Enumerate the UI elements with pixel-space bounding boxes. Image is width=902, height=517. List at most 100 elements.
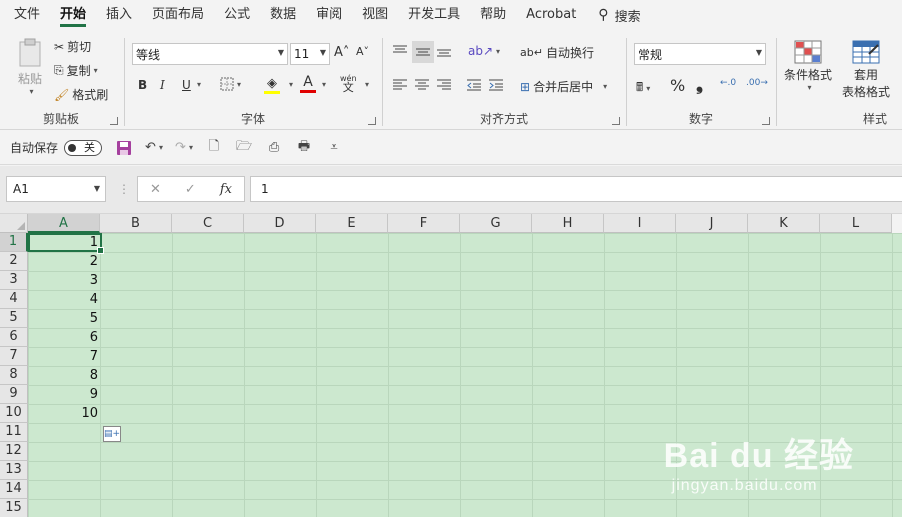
- column-header-k[interactable]: K: [748, 214, 820, 233]
- align-left-button[interactable]: [392, 78, 408, 92]
- cell-a4[interactable]: 4: [28, 290, 100, 309]
- percent-button[interactable]: %: [670, 76, 685, 95]
- tab-page-layout[interactable]: 页面布局: [144, 0, 212, 30]
- column-header-l[interactable]: L: [820, 214, 892, 233]
- column-header-i[interactable]: I: [604, 214, 676, 233]
- column-header-e[interactable]: E: [316, 214, 388, 233]
- increase-decimal-button[interactable]: ←.0: [720, 78, 736, 88]
- align-center-button[interactable]: [414, 78, 430, 92]
- cell-a10[interactable]: 10: [28, 404, 100, 423]
- align-middle-button[interactable]: [412, 41, 434, 63]
- row-header-2[interactable]: 2: [0, 252, 28, 271]
- fill-color-dropdown[interactable]: ▾: [286, 80, 293, 89]
- enter-icon[interactable]: ✓: [185, 182, 196, 197]
- cell-a6[interactable]: 6: [28, 328, 100, 347]
- tab-view[interactable]: 视图: [354, 0, 396, 30]
- font-name-select[interactable]: 等线 ▼: [132, 43, 288, 65]
- select-all-button[interactable]: [0, 214, 28, 233]
- align-bottom-button[interactable]: [436, 44, 452, 58]
- column-header-c[interactable]: C: [172, 214, 244, 233]
- font-size-select[interactable]: 11 ▼: [290, 43, 330, 65]
- row-header-6[interactable]: 6: [0, 328, 28, 347]
- tab-help[interactable]: 帮助: [472, 0, 514, 30]
- row-header-10[interactable]: 10: [0, 404, 28, 423]
- insert-function-button[interactable]: fx: [220, 182, 232, 197]
- format-as-table-button[interactable]: 套用 表格格式: [836, 40, 896, 100]
- row-header-15[interactable]: 15: [0, 499, 28, 517]
- underline-button[interactable]: U: [182, 78, 191, 92]
- bold-button[interactable]: B: [138, 78, 147, 92]
- quick-analysis-icon[interactable]: ▤+: [103, 426, 121, 442]
- row-header-7[interactable]: 7: [0, 347, 28, 366]
- save-button[interactable]: [112, 136, 136, 160]
- column-header-a[interactable]: A: [28, 214, 100, 233]
- decrease-font-button[interactable]: A˅: [356, 45, 369, 58]
- dialog-launcher-icon[interactable]: [368, 117, 376, 125]
- print-preview-button[interactable]: ⎙: [262, 136, 286, 160]
- row-header-13[interactable]: 13: [0, 461, 28, 480]
- increase-font-button[interactable]: A˄: [334, 45, 349, 60]
- phonetic-button[interactable]: wén 文: [340, 74, 357, 93]
- row-header-3[interactable]: 3: [0, 271, 28, 290]
- tab-review[interactable]: 审阅: [308, 0, 350, 30]
- orientation-button[interactable]: ab↗ ▾: [468, 44, 500, 58]
- tab-file[interactable]: 文件: [6, 0, 48, 30]
- search-box[interactable]: ⚲ 搜索: [598, 6, 640, 25]
- column-header-b[interactable]: B: [100, 214, 172, 233]
- increase-indent-button[interactable]: [488, 78, 504, 92]
- row-header-1[interactable]: 1: [0, 233, 28, 252]
- font-color-button[interactable]: A: [300, 74, 316, 93]
- column-header-g[interactable]: G: [460, 214, 532, 233]
- row-header-12[interactable]: 12: [0, 442, 28, 461]
- cell-a9[interactable]: 9: [28, 385, 100, 404]
- redo-button[interactable]: ↷ ▾: [172, 136, 196, 160]
- cancel-icon[interactable]: ✕: [150, 182, 161, 197]
- cell-a7[interactable]: 7: [28, 347, 100, 366]
- tab-insert[interactable]: 插入: [98, 0, 140, 30]
- row-header-9[interactable]: 9: [0, 385, 28, 404]
- accounting-format-button[interactable]: 🖩 ▾: [636, 78, 650, 99]
- name-box[interactable]: A1 ▼: [6, 176, 106, 202]
- new-file-button[interactable]: 🗋: [202, 136, 226, 160]
- cell-a3[interactable]: 3: [28, 271, 100, 290]
- column-header-h[interactable]: H: [532, 214, 604, 233]
- formula-input[interactable]: 1: [250, 176, 902, 202]
- tab-data[interactable]: 数据: [262, 0, 304, 30]
- phonetic-dropdown[interactable]: ▾: [362, 80, 369, 89]
- print-button[interactable]: 🖶: [292, 136, 316, 160]
- cell-a8[interactable]: 8: [28, 366, 100, 385]
- column-header-j[interactable]: J: [676, 214, 748, 233]
- copy-button[interactable]: ⎘ 复制 ▾: [54, 62, 98, 79]
- row-header-11[interactable]: 11: [0, 423, 28, 442]
- tab-formulas[interactable]: 公式: [216, 0, 258, 30]
- column-header-d[interactable]: D: [244, 214, 316, 233]
- format-painter-button[interactable]: 🖌 格式刷: [54, 86, 108, 103]
- comma-button[interactable]: ❟: [696, 74, 703, 95]
- underline-dropdown[interactable]: ▾: [194, 80, 201, 89]
- decrease-decimal-button[interactable]: .00→: [746, 78, 768, 88]
- font-color-dropdown[interactable]: ▾: [319, 80, 326, 89]
- undo-button[interactable]: ↶ ▾: [142, 136, 166, 160]
- decrease-indent-button[interactable]: [466, 78, 482, 92]
- number-format-select[interactable]: 常规 ▼: [634, 43, 766, 65]
- align-top-button[interactable]: [392, 44, 408, 58]
- merge-center-button[interactable]: ⊞ 合并后居中 ▾: [520, 78, 607, 95]
- borders-button[interactable]: ▾: [220, 77, 241, 91]
- tab-home[interactable]: 开始: [52, 0, 94, 30]
- dialog-launcher-icon[interactable]: [762, 117, 770, 125]
- paste-button[interactable]: 粘贴 ▾: [14, 38, 46, 96]
- conditional-formatting-button[interactable]: 条件格式 ▾: [782, 40, 834, 92]
- tab-acrobat[interactable]: Acrobat: [518, 0, 584, 30]
- column-header-f[interactable]: F: [388, 214, 460, 233]
- open-button[interactable]: 🗁: [232, 136, 256, 160]
- fill-color-button[interactable]: ◈: [264, 76, 280, 94]
- italic-button[interactable]: I: [160, 78, 165, 92]
- cell-a2[interactable]: 2: [28, 252, 100, 271]
- tab-developer[interactable]: 开发工具: [400, 0, 468, 30]
- customize-qat-button[interactable]: ⩡: [322, 136, 346, 160]
- align-right-button[interactable]: [436, 78, 452, 92]
- row-header-5[interactable]: 5: [0, 309, 28, 328]
- cell-a5[interactable]: 5: [28, 309, 100, 328]
- dialog-launcher-icon[interactable]: [612, 117, 620, 125]
- row-header-8[interactable]: 8: [0, 366, 28, 385]
